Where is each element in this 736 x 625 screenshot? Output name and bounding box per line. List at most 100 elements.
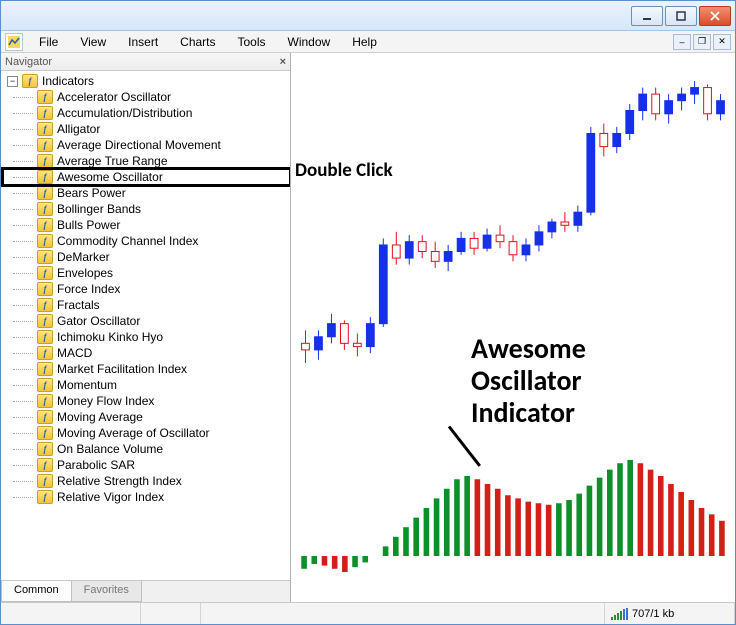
tree-item-label: Money Flow Index — [57, 394, 154, 408]
tree-item-label: Relative Strength Index — [57, 474, 182, 488]
tree-item[interactable]: fMACD — [3, 345, 290, 361]
menu-file[interactable]: File — [29, 33, 68, 51]
fx-icon: f — [37, 394, 53, 408]
window-titlebar — [1, 1, 735, 31]
tree-item-label: Average Directional Movement — [57, 138, 221, 152]
minimize-button[interactable] — [631, 6, 663, 26]
tree-item[interactable]: fAwesome Oscillator — [3, 169, 290, 185]
tree-item-label: Force Index — [57, 282, 120, 296]
tree-item-label: Moving Average — [57, 410, 143, 424]
fx-icon: f — [37, 186, 53, 200]
connection-text: 707/1 kb — [632, 608, 674, 620]
tree-item-label: Accumulation/Distribution — [57, 106, 192, 120]
tree-item[interactable]: f Money Flow Index — [3, 393, 290, 409]
maximize-button[interactable] — [665, 6, 697, 26]
menu-window[interactable]: Window — [278, 33, 341, 51]
tab-common[interactable]: Common — [1, 581, 71, 602]
tree-item-label: Bears Power — [57, 186, 126, 200]
tree-item[interactable]: fBollinger Bands — [3, 201, 290, 217]
fx-icon: f — [37, 250, 53, 264]
status-cell — [1, 603, 141, 624]
tree-item[interactable]: fForce Index — [3, 281, 290, 297]
tree-item[interactable]: fMomentum — [3, 377, 290, 393]
tree-item[interactable]: f Parabolic SAR — [3, 457, 290, 473]
tree-item[interactable]: fEnvelopes — [3, 265, 290, 281]
tree-item-label: Parabolic SAR — [57, 458, 135, 472]
connection-bars-icon — [611, 608, 628, 620]
annotation-indicator-label: AwesomeOscillatorIndicator — [471, 333, 586, 430]
tree-item-label: Awesome Oscillator — [57, 170, 163, 184]
tree-item-label: MACD — [57, 346, 92, 360]
navigator-tabs: Common Favorites — [1, 580, 290, 602]
tree-item[interactable]: f Moving Average of Oscillator — [3, 425, 290, 441]
tree-item[interactable]: fAccelerator Oscillator — [3, 89, 290, 105]
fx-icon: f — [37, 330, 53, 344]
mdi-close-button[interactable]: ✕ — [713, 34, 731, 50]
tree-item-label: Market Facilitation Index — [57, 362, 187, 376]
price-chart — [291, 53, 735, 601]
collapse-icon[interactable]: − — [7, 76, 18, 87]
menu-help[interactable]: Help — [342, 33, 387, 51]
navigator-close-icon[interactable]: × — [280, 56, 286, 68]
navigator-tree[interactable]: − f Indicators fAccelerator OscillatorfA… — [1, 71, 290, 580]
tree-item-label: DeMarker — [57, 250, 110, 264]
fx-icon: f — [37, 410, 53, 424]
tree-item[interactable]: f Ichimoku Kinko Hyo — [3, 329, 290, 345]
fx-icon: f — [37, 458, 53, 472]
tree-item[interactable]: f Relative Strength Index — [3, 473, 290, 489]
mdi-restore-button[interactable]: ❐ — [693, 34, 711, 50]
tree-item[interactable]: fMarket Facilitation Index — [3, 361, 290, 377]
tree-item-label: Relative Vigor Index — [57, 490, 164, 504]
tree-item-label: Commodity Channel Index — [57, 234, 198, 248]
tree-item-label: On Balance Volume — [57, 442, 163, 456]
tree-item[interactable]: f Moving Average — [3, 409, 290, 425]
fx-icon: f — [37, 218, 53, 232]
menu-charts[interactable]: Charts — [170, 33, 225, 51]
tree-root-label: Indicators — [42, 74, 94, 88]
tab-favorites[interactable]: Favorites — [71, 581, 142, 602]
tree-item[interactable]: f Accumulation/Distribution — [3, 105, 290, 121]
mdi-minimize-button[interactable]: ‒ — [673, 34, 691, 50]
annotation-double-click: Double Click — [295, 159, 393, 182]
tree-item[interactable]: f Bulls Power — [3, 217, 290, 233]
fx-icon: f — [37, 106, 53, 120]
navigator-panel: Navigator × − f Indicators fAccelerator … — [1, 53, 291, 602]
status-cell — [201, 603, 605, 624]
tree-item[interactable]: f Bears Power — [3, 185, 290, 201]
menu-insert[interactable]: Insert — [118, 33, 168, 51]
tree-item[interactable]: fAlligator — [3, 121, 290, 137]
tree-item-label: Momentum — [57, 378, 117, 392]
chart-area[interactable]: Double Click AwesomeOscillatorIndicator — [291, 53, 735, 602]
tree-item[interactable]: f Relative Vigor Index — [3, 489, 290, 505]
fx-icon: f — [37, 122, 53, 136]
status-cell — [141, 603, 201, 624]
tree-item[interactable]: f Commodity Channel Index — [3, 233, 290, 249]
tree-item[interactable]: fAverage Directional Movement — [3, 137, 290, 153]
tree-item-label: Envelopes — [57, 266, 113, 280]
tree-item[interactable]: fFractals — [3, 297, 290, 313]
tree-item[interactable]: fAverage True Range — [3, 153, 290, 169]
tree-item-label: Moving Average of Oscillator — [57, 426, 210, 440]
tree-item-label: Ichimoku Kinko Hyo — [57, 330, 163, 344]
tree-item-label: Accelerator Oscillator — [57, 90, 171, 104]
fx-icon: f — [37, 314, 53, 328]
close-button[interactable] — [699, 6, 731, 26]
navigator-title-bar: Navigator × — [1, 53, 290, 71]
menu-tools[interactable]: Tools — [228, 33, 276, 51]
status-connection: 707/1 kb — [605, 603, 735, 624]
fx-icon: f — [37, 490, 53, 504]
fx-icon: f — [37, 154, 53, 168]
tree-item[interactable]: f On Balance Volume — [3, 441, 290, 457]
tree-item-label: Bulls Power — [57, 218, 120, 232]
fx-icon: f — [37, 234, 53, 248]
fx-icon: f — [37, 426, 53, 440]
app-window: File View Insert Charts Tools Window Hel… — [0, 0, 736, 625]
tree-item-label: Gator Oscillator — [57, 314, 140, 328]
tree-item[interactable]: f Gator Oscillator — [3, 313, 290, 329]
fx-icon: f — [37, 442, 53, 456]
tree-item-label: Bollinger Bands — [57, 202, 141, 216]
tree-item[interactable]: f DeMarker — [3, 249, 290, 265]
tree-root-indicators[interactable]: − f Indicators — [3, 73, 290, 89]
fx-icon: f — [37, 474, 53, 488]
menu-view[interactable]: View — [70, 33, 116, 51]
